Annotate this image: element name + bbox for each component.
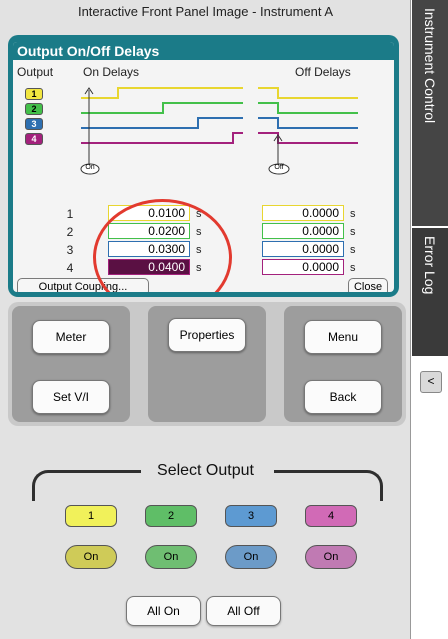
on-marker-label: On	[85, 164, 95, 171]
off-delay-3-input[interactable]: 0.0000	[262, 241, 344, 257]
unit-label: s	[350, 208, 356, 220]
on-wave-4	[81, 132, 243, 144]
output-4-select-button[interactable]: 4	[305, 505, 357, 527]
collapse-icon[interactable]: <	[420, 371, 442, 393]
window-title: Interactive Front Panel Image - Instrume…	[77, 4, 334, 19]
right-button-well: Menu Back	[284, 306, 402, 422]
all-on-button[interactable]: All On	[126, 596, 201, 626]
center-button-well: Properties	[148, 306, 266, 422]
off-wave-1	[258, 87, 358, 99]
set-vi-button[interactable]: Set V/I	[32, 380, 110, 414]
off-delay-2-input[interactable]: 0.0000	[262, 223, 344, 239]
error-log-tab[interactable]: Error Log	[412, 228, 448, 356]
output-2-select-button[interactable]: 2	[145, 505, 197, 527]
unit-label: s	[350, 226, 356, 238]
off-wave-3	[258, 117, 358, 129]
delays-panel: Output On/Off Delays Output On Delays Of…	[13, 42, 394, 292]
row-label: 4	[66, 261, 74, 275]
left-button-well: Meter Set V/I	[12, 306, 130, 422]
select-output-title: Select Output	[157, 462, 254, 479]
properties-button[interactable]: Properties	[168, 318, 246, 352]
menu-button[interactable]: Menu	[304, 320, 382, 354]
instrument-control-tab[interactable]: Instrument Control	[412, 0, 448, 226]
row-label: 1	[66, 207, 74, 221]
off-delay-4-input[interactable]: 0.0000	[262, 259, 344, 275]
back-button[interactable]: Back	[304, 380, 382, 414]
output-4-on-button[interactable]: On	[305, 545, 357, 569]
display-bezel: Output On/Off Delays Output On Delays Of…	[8, 35, 399, 297]
on-wave-2	[81, 102, 243, 114]
on-wave-3	[81, 117, 243, 129]
row-label: 2	[66, 225, 74, 239]
row-label: 3	[66, 243, 74, 257]
off-wave-2	[258, 102, 358, 114]
output-1-select-button[interactable]: 1	[65, 505, 117, 527]
close-button[interactable]: Close	[348, 278, 388, 292]
on-wave-1	[81, 87, 243, 99]
function-button-area: Meter Set V/I Properties Menu Back	[8, 302, 406, 426]
output-2-on-button[interactable]: On	[145, 545, 197, 569]
output-1-on-button[interactable]: On	[65, 545, 117, 569]
unit-label: s	[350, 262, 356, 274]
off-delay-1-input[interactable]: 0.0000	[262, 205, 344, 221]
off-marker-label: Off	[274, 164, 284, 171]
unit-label: s	[350, 244, 356, 256]
off-wave-4	[258, 132, 358, 144]
error-log-tab-label: Error Log	[422, 236, 438, 295]
output-3-on-button[interactable]: On	[225, 545, 277, 569]
front-panel-window: Interactive Front Panel Image - Instrume…	[0, 0, 411, 639]
meter-button[interactable]: Meter	[32, 320, 110, 354]
output-3-select-button[interactable]: 3	[225, 505, 277, 527]
all-off-button[interactable]: All Off	[206, 596, 281, 626]
instrument-control-tab-label: Instrument Control	[422, 8, 438, 124]
